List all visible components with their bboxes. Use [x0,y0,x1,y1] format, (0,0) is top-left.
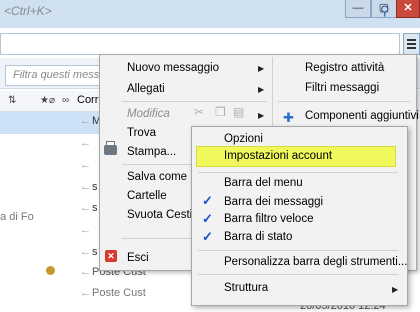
menu-item-trova[interactable]: Trova [127,127,156,139]
menu-item-componenti-aggiuntivi[interactable]: Componenti aggiuntivi [305,110,419,122]
row-text: Poste Cust [92,287,146,299]
row-text: da di Fo [0,211,34,223]
menu-item-allegati[interactable]: Allegati [127,83,165,95]
copy-icon[interactable]: ❐ [215,105,226,119]
menu-item-filtri-messaggi[interactable]: Filtri messaggi [305,82,379,94]
thread-column-icon[interactable]: ⇅ [8,95,16,106]
menu-item-struttura[interactable]: Struttura [224,282,268,294]
correspondent-column-header[interactable]: Corr [77,94,98,106]
menu-item-personalizza[interactable]: Personalizza barra degli strumenti... [224,256,407,268]
row-text: s [92,181,98,193]
reply-arrow-icon: ← [80,115,91,127]
reply-arrow-icon: ← [80,224,91,236]
checkmark-icon: ✓ [202,229,213,244]
search-input[interactable] [0,33,400,55]
close-icon[interactable]: ✕ [396,0,420,18]
minimize-icon[interactable]: — [345,0,371,18]
menu-item-salva-come[interactable]: Salva come [127,171,187,183]
read-column-icon[interactable]: ∞ [62,95,69,106]
reply-arrow-icon: ← [80,181,91,193]
printer-icon [104,141,117,155]
reply-arrow-icon: ← [80,159,91,171]
menu-item-barra-filtro[interactable]: Barra filtro veloce [224,213,313,225]
reply-arrow-icon: ← [80,137,91,149]
menu-separator [198,274,398,275]
paste-icon[interactable]: ▤ [233,105,244,119]
reply-arrow-icon: ← [80,266,91,278]
menu-item-esci[interactable]: Esci [127,252,149,264]
menu-item-impostazioni-account-label: Impostazioni account [224,150,333,162]
submenu-arrow-icon: ▶ [258,85,265,94]
search-placeholder: <Ctrl+K> [4,4,52,18]
menu-item-barra-messaggi[interactable]: Barra dei messaggi [224,196,323,208]
menu-item-barra-menu[interactable]: Barra del menu [224,177,303,189]
menu-item-barra-stato[interactable]: Barra di stato [224,231,292,243]
menu-separator [198,172,398,173]
puzzle-icon: ✚ [283,110,294,125]
submenu-arrow-icon: ▶ [392,285,399,294]
menu-item-modifica[interactable]: Modifica [127,108,170,120]
submenu-arrow-icon: ▶ [258,64,265,73]
tag-icon [46,266,55,275]
menu-column-divider [272,57,273,127]
submenu-arrow-icon: ▶ [258,111,265,120]
menu-item-registro-attivita[interactable]: Registro attività [305,62,384,74]
menu-separator [122,101,267,102]
menu-item-nuovo-messaggio[interactable]: Nuovo messaggio [127,62,219,74]
checkmark-icon: ✓ [202,211,213,226]
menu-separator [198,250,398,251]
menu-separator [278,101,410,102]
reply-arrow-icon: ← [80,202,91,214]
reply-arrow-icon: ← [80,287,91,299]
menu-item-opzioni[interactable]: Opzioni [224,133,263,145]
attachment-column-icon[interactable]: ⌀ [49,95,55,106]
checkmark-icon: ✓ [202,193,213,208]
menu-item-cartelle[interactable]: Cartelle [127,190,167,202]
hamburger-icon[interactable] [403,33,420,55]
menu-item-stampa[interactable]: Stampa... [127,146,176,158]
search-icon[interactable]: ⚲ [380,3,394,18]
row-text: s [92,246,98,258]
row-text: s [92,202,98,214]
reply-arrow-icon: ← [80,246,91,258]
star-column-icon[interactable]: ★ [40,95,49,106]
cut-icon[interactable]: ✂ [194,105,204,119]
exit-icon: ✕ [105,250,117,262]
